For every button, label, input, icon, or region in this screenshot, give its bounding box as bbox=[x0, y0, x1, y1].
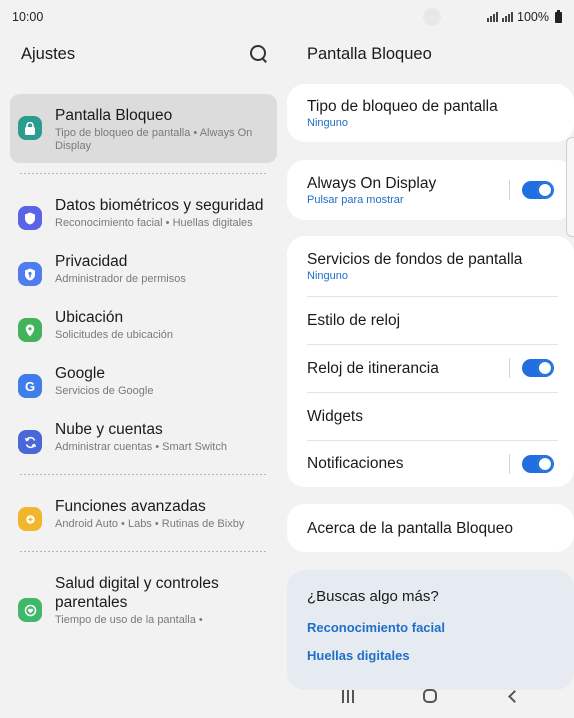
gear-plus-icon bbox=[18, 507, 42, 531]
status-time: 10:00 bbox=[12, 10, 44, 24]
menu-item-location[interactable]: Ubicación Solicitudes de ubicación bbox=[10, 296, 277, 352]
wellbeing-icon bbox=[18, 598, 42, 622]
privacy-icon bbox=[18, 262, 42, 286]
menu-item-subtitle: Servicios de Google bbox=[55, 385, 154, 397]
menu-item-lock-screen[interactable]: Pantalla Bloqueo Tipo de bloqueo de pant… bbox=[10, 94, 277, 163]
menu-item-biometrics[interactable]: Datos biométricos y seguridad Reconocimi… bbox=[10, 184, 277, 240]
menu-item-title: Salud digital y controles parentales bbox=[55, 575, 219, 611]
menu-item-advanced-features[interactable]: Funciones avanzadas Android Auto • Labs … bbox=[10, 485, 277, 541]
roaming-clock-toggle[interactable] bbox=[522, 359, 554, 377]
location-icon bbox=[18, 318, 42, 342]
menu-item-subtitle: Reconocimiento facial • Huellas digitale… bbox=[55, 217, 253, 229]
wallpaper-services-row[interactable]: Servicios de fondos de pantalla Ninguno bbox=[287, 236, 574, 296]
face-recognition-link[interactable]: Reconocimiento facial bbox=[307, 620, 554, 635]
home-icon bbox=[423, 689, 438, 703]
detail-title: Pantalla Bloqueo bbox=[307, 44, 432, 63]
divider bbox=[20, 474, 267, 475]
status-bar: 10:00 100% bbox=[0, 0, 574, 34]
menu-item-subtitle: Tiempo de uso de la pantalla • bbox=[55, 614, 203, 626]
more-title: ¿Buscas algo más? bbox=[307, 588, 439, 605]
recents-icon bbox=[342, 689, 355, 703]
aod-toggle[interactable] bbox=[522, 181, 554, 199]
status-icons: 100% bbox=[487, 9, 562, 24]
notifications-row[interactable]: Notificaciones bbox=[287, 440, 574, 487]
fingerprints-link[interactable]: Huellas digitales bbox=[307, 648, 554, 663]
menu-item-google[interactable]: G Google Servicios de Google bbox=[10, 352, 277, 408]
signal-icon bbox=[487, 12, 499, 22]
battery-icon bbox=[555, 9, 562, 23]
widgets-row[interactable]: Widgets bbox=[287, 392, 574, 440]
edge-panel-handle[interactable] bbox=[566, 137, 574, 237]
separator bbox=[509, 453, 510, 474]
clock-style-row[interactable]: Estilo de reloj bbox=[287, 296, 574, 344]
row-subtitle: Ninguno bbox=[307, 116, 348, 129]
row-title: Notificaciones bbox=[307, 455, 404, 472]
lock-options-card: Servicios de fondos de pantalla Ninguno … bbox=[287, 236, 574, 487]
lock-type-card: Tipo de bloqueo de pantalla Ninguno bbox=[287, 84, 574, 142]
aod-card: Always On Display Pulsar para mostrar bbox=[287, 160, 574, 220]
menu-item-cloud-accounts[interactable]: Nube y cuentas Administrar cuentas • Sma… bbox=[10, 408, 277, 464]
menu-item-title: Datos biométricos y seguridad bbox=[55, 197, 264, 214]
settings-menu: Pantalla Bloqueo Tipo de bloqueo de pant… bbox=[10, 94, 277, 637]
row-title: Acerca de la pantalla Bloqueo bbox=[307, 519, 513, 537]
left-bottom-area bbox=[0, 674, 287, 718]
sync-icon bbox=[18, 430, 42, 454]
aod-row[interactable]: Always On Display Pulsar para mostrar bbox=[287, 160, 574, 220]
menu-item-subtitle: Android Auto • Labs • Rutinas de Bixby bbox=[55, 518, 245, 530]
menu-item-title: Privacidad bbox=[55, 253, 128, 270]
search-icon[interactable] bbox=[249, 44, 269, 64]
lock-screen-pane: Pantalla Bloqueo Tipo de bloqueo de pant… bbox=[287, 34, 574, 690]
lock-type-row[interactable]: Tipo de bloqueo de pantalla Ninguno bbox=[287, 84, 574, 142]
menu-item-subtitle: Tipo de bloqueo de pantalla • Always On … bbox=[55, 127, 253, 152]
menu-item-digital-wellbeing[interactable]: Salud digital y controles parentales Tie… bbox=[10, 562, 277, 637]
battery-text: 100% bbox=[517, 10, 549, 24]
menu-item-subtitle: Administrador de permisos bbox=[55, 273, 186, 285]
separator bbox=[509, 180, 510, 200]
back-icon bbox=[508, 689, 522, 703]
separator bbox=[509, 358, 510, 378]
divider bbox=[20, 551, 267, 552]
menu-item-title: Pantalla Bloqueo bbox=[55, 107, 173, 124]
row-title: Widgets bbox=[307, 407, 363, 425]
detail-header: Pantalla Bloqueo bbox=[287, 34, 574, 74]
row-title: Always On Display bbox=[307, 174, 437, 192]
row-subtitle: Ninguno bbox=[307, 269, 348, 282]
google-icon: G bbox=[18, 374, 42, 398]
menu-item-title: Ubicación bbox=[55, 309, 124, 326]
looking-for-more-card: ¿Buscas algo más? Reconocimiento facial … bbox=[287, 570, 574, 690]
back-button[interactable] bbox=[493, 681, 533, 711]
menu-item-title: Nube y cuentas bbox=[55, 421, 163, 438]
row-title: Estilo de reloj bbox=[307, 311, 401, 329]
row-subtitle: Pulsar para mostrar bbox=[307, 193, 404, 206]
about-card: Acerca de la pantalla Bloqueo bbox=[287, 504, 574, 552]
recents-button[interactable] bbox=[328, 681, 368, 711]
lock-icon bbox=[18, 116, 42, 140]
camera-cutout bbox=[423, 8, 441, 26]
signal-icon-2 bbox=[502, 12, 514, 22]
about-lock-screen-row[interactable]: Acerca de la pantalla Bloqueo bbox=[287, 504, 574, 552]
settings-header: Ajustes bbox=[0, 34, 287, 74]
shield-icon bbox=[18, 206, 42, 230]
menu-item-subtitle: Solicitudes de ubicación bbox=[55, 329, 174, 341]
home-button[interactable] bbox=[410, 681, 450, 711]
menu-item-privacy[interactable]: Privacidad Administrador de permisos bbox=[10, 240, 277, 296]
row-title: Reloj de itinerancia bbox=[307, 359, 439, 377]
notifications-toggle[interactable] bbox=[522, 454, 554, 473]
divider bbox=[20, 173, 267, 174]
roaming-clock-row[interactable]: Reloj de itinerancia bbox=[287, 344, 574, 392]
navigation-bar bbox=[287, 674, 574, 718]
settings-pane: Ajustes Pantalla Bloqueo Tipo de bloqueo… bbox=[0, 34, 287, 674]
menu-item-subtitle: Administrar cuentas • Smart Switch bbox=[55, 441, 227, 453]
menu-item-title: Google bbox=[55, 365, 105, 382]
row-title: Servicios de fondos de pantalla bbox=[307, 250, 523, 268]
menu-item-title: Funciones avanzadas bbox=[55, 498, 206, 515]
row-title: Tipo de bloqueo de pantalla bbox=[307, 97, 498, 115]
page-title: Ajustes bbox=[21, 44, 76, 63]
